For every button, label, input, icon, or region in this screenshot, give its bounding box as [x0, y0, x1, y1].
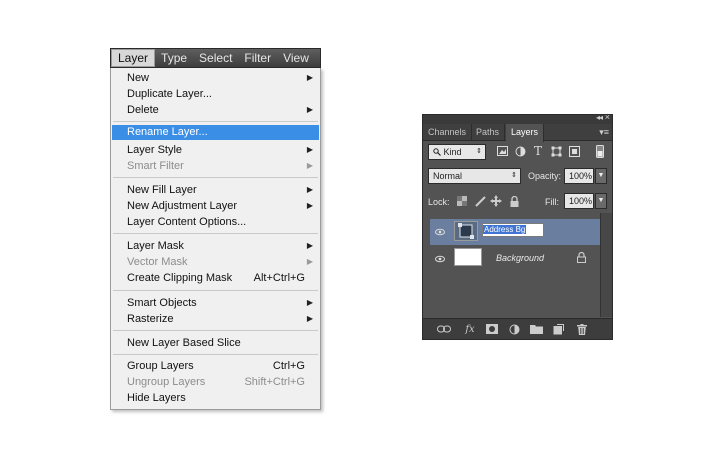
- new-group-icon[interactable]: [529, 323, 543, 335]
- menu-item-layer-mask[interactable]: Layer Mask ▶: [112, 238, 319, 254]
- fill-dropdown-button[interactable]: ▼: [595, 193, 607, 209]
- menu-filter[interactable]: Filter: [238, 49, 277, 67]
- menu-item-layer-style[interactable]: Layer Style ▶: [112, 142, 319, 158]
- menu-item-layer-content-options[interactable]: Layer Content Options...: [112, 214, 319, 230]
- layer-row-background[interactable]: Background: [430, 246, 600, 272]
- fill-label: Fill:: [545, 197, 559, 207]
- tab-channels[interactable]: Channels: [423, 124, 473, 141]
- blend-mode-select[interactable]: Normal ⇕: [428, 168, 521, 184]
- opacity-input[interactable]: 100%: [564, 168, 594, 184]
- submenu-arrow-icon: ▶: [306, 105, 313, 114]
- lock-all-icon[interactable]: [507, 194, 521, 208]
- menu-item-new-adjustment-layer[interactable]: New Adjustment Layer ▶: [112, 198, 319, 214]
- updown-icon: ⇕: [511, 172, 517, 179]
- lock-label: Lock:: [428, 197, 450, 207]
- filter-adjustment-icon[interactable]: [513, 144, 527, 158]
- submenu-arrow-icon: ▶: [306, 257, 313, 266]
- layer-name-rename-input[interactable]: Address Bg: [482, 223, 544, 237]
- submenu-arrow-icon: ▶: [306, 201, 313, 210]
- menu-separator: [113, 233, 318, 234]
- submenu-arrow-icon: ▶: [306, 298, 313, 307]
- tab-layers[interactable]: Layers: [506, 124, 545, 142]
- new-adjustment-layer-icon[interactable]: [507, 323, 521, 335]
- menu-item-new-layer-based-slice[interactable]: New Layer Based Slice: [112, 335, 319, 351]
- shortcut-label: Alt+Ctrl+G: [253, 272, 305, 284]
- lock-image-pixels-icon[interactable]: [473, 194, 487, 208]
- submenu-arrow-icon: ▶: [306, 73, 313, 82]
- link-layers-icon[interactable]: [437, 323, 451, 335]
- menu-separator: [113, 330, 318, 331]
- add-mask-icon[interactable]: [485, 323, 499, 335]
- menu-item-smart-objects[interactable]: Smart Objects ▶: [112, 295, 319, 311]
- layer-menu-container: Layer Type Select Filter View Wi New ▶ D…: [110, 48, 321, 410]
- panel-title-bar: ◂◂ ×: [423, 112, 612, 124]
- panel-bottom-toolbar: fx: [423, 318, 612, 339]
- filter-pixel-icon[interactable]: [495, 144, 509, 158]
- close-icon[interactable]: ×: [605, 112, 610, 122]
- menu-item-rasterize[interactable]: Rasterize ▶: [112, 311, 319, 327]
- eye-icon[interactable]: [435, 227, 445, 237]
- shape-layer-icon: [458, 223, 474, 239]
- submenu-arrow-icon: ▶: [306, 145, 313, 154]
- menu-item-duplicate-layer[interactable]: Duplicate Layer...: [112, 86, 319, 102]
- layer-thumbnail: [454, 248, 482, 266]
- collapse-icon[interactable]: ◂◂: [596, 113, 603, 122]
- lock-icon: [577, 252, 586, 263]
- filter-toggle-icon[interactable]: [593, 144, 607, 158]
- filter-smart-object-icon[interactable]: [567, 144, 581, 158]
- menu-item-new[interactable]: New ▶: [112, 70, 319, 86]
- submenu-arrow-icon: ▶: [306, 314, 313, 323]
- menu-item-vector-mask: Vector Mask ▶: [127, 256, 313, 268]
- menu-item-ungroup-layers: Ungroup Layers Shift+Ctrl+G: [127, 376, 305, 388]
- shortcut-label: Shift+Ctrl+G: [244, 376, 305, 388]
- fx-icon[interactable]: fx: [463, 323, 477, 335]
- opacity-dropdown-button[interactable]: ▼: [595, 168, 607, 184]
- menu-item-group-layers[interactable]: Group Layers Ctrl+G: [112, 358, 319, 374]
- menu-window[interactable]: Wi: [315, 49, 320, 67]
- updown-icon: ⇕: [476, 148, 482, 155]
- lock-position-icon[interactable]: [489, 194, 503, 208]
- menu-separator: [113, 177, 318, 178]
- panel-menu-icon[interactable]: ▾≡: [599, 127, 609, 138]
- new-layer-icon[interactable]: [551, 323, 565, 335]
- menu-item-hide-layers[interactable]: Hide Layers: [112, 390, 319, 406]
- menu-view[interactable]: View: [277, 49, 315, 67]
- menu-item-rename-layer[interactable]: Rename Layer...: [112, 125, 319, 140]
- menu-select[interactable]: Select: [193, 49, 238, 67]
- opacity-label: Opacity:: [528, 171, 562, 181]
- menu-separator: [113, 354, 318, 355]
- filter-type-icon[interactable]: T: [531, 144, 545, 158]
- fill-input[interactable]: 100%: [564, 193, 594, 209]
- layers-panel: ◂◂ × Channels Paths Layers ▾≡ Kind ⇕ T N…: [422, 112, 613, 340]
- layers-scrollbar[interactable]: [600, 213, 612, 317]
- menu-separator: [113, 121, 318, 122]
- menu-layer[interactable]: Layer: [111, 49, 156, 67]
- menu-bar: Layer Type Select Filter View Wi: [110, 48, 321, 68]
- lock-transparent-pixels-icon[interactable]: [455, 194, 469, 208]
- layer-row-address-bg[interactable]: Address Bg: [430, 219, 600, 245]
- search-icon: [433, 148, 441, 156]
- delete-layer-icon[interactable]: [575, 323, 589, 335]
- menu-item-new-fill-layer[interactable]: New Fill Layer ▶: [112, 182, 319, 198]
- menu-separator: [113, 290, 318, 291]
- tab-paths[interactable]: Paths: [471, 124, 506, 141]
- menu-item-create-clipping-mask[interactable]: Create Clipping Mask Alt+Ctrl+G: [112, 270, 319, 286]
- layer-dropdown: New ▶ Duplicate Layer... Delete ▶ Rename…: [110, 68, 321, 410]
- eye-icon[interactable]: [435, 254, 445, 264]
- shortcut-label: Ctrl+G: [272, 360, 305, 372]
- filter-kind-select[interactable]: Kind ⇕: [428, 144, 486, 160]
- layer-name: Background: [496, 253, 545, 263]
- submenu-arrow-icon: ▶: [306, 185, 313, 194]
- menu-type[interactable]: Type: [155, 49, 193, 67]
- submenu-arrow-icon: ▶: [306, 241, 313, 250]
- filter-shape-icon[interactable]: [549, 144, 563, 158]
- panel-tabs: Channels Paths Layers ▾≡: [423, 124, 612, 142]
- layer-thumbnail: [454, 221, 478, 241]
- submenu-arrow-icon: ▶: [306, 161, 313, 170]
- menu-item-delete[interactable]: Delete ▶: [112, 102, 319, 118]
- menu-item-smart-filter: Smart Filter ▶: [127, 160, 313, 172]
